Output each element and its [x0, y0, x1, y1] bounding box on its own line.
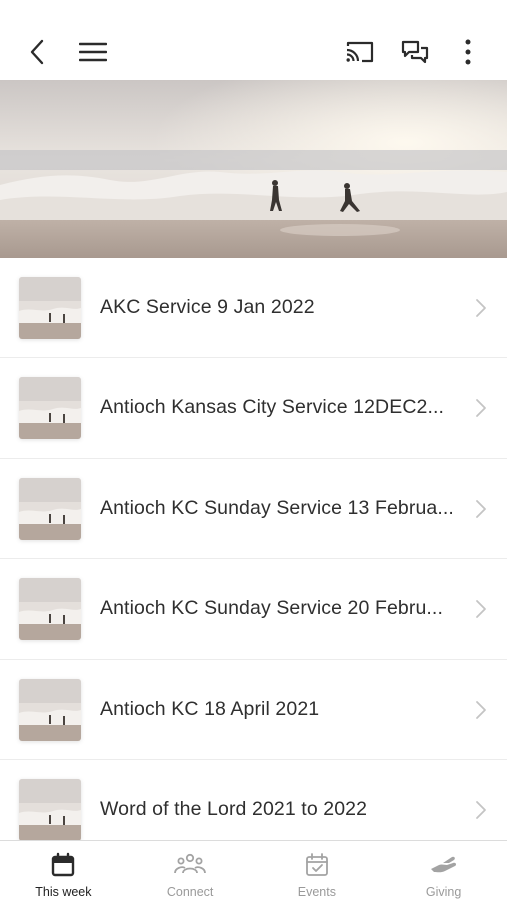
- status-bar: [0, 0, 507, 24]
- menu-button[interactable]: [73, 32, 113, 72]
- tab-label: Connect: [166, 885, 214, 899]
- item-title: AKC Service 9 Jan 2022: [100, 296, 315, 318]
- hero-banner-image: [0, 80, 507, 258]
- chevron-right-icon: [475, 800, 487, 825]
- calendar-icon: [47, 851, 79, 879]
- chevron-right-icon: [475, 298, 487, 323]
- chevron-right-icon: [475, 599, 487, 624]
- list-item[interactable]: Antioch KC 18 April 2021: [0, 659, 507, 760]
- item-thumbnail: [19, 578, 81, 641]
- item-thumbnail: [19, 778, 81, 840]
- cast-icon: [346, 41, 374, 63]
- hamburger-menu-icon: [79, 42, 107, 62]
- sermon-list: AKC Service 9 Jan 2022 Antioch Kansas Ci…: [0, 258, 507, 840]
- list-item[interactable]: Antioch Kansas City Service 12DEC2...: [0, 358, 507, 459]
- calendar-check-icon: [301, 851, 333, 879]
- tab-giving[interactable]: Giving: [380, 841, 507, 900]
- chevron-right-icon: [475, 700, 487, 725]
- item-thumbnail: [19, 277, 81, 339]
- bottom-tab-bar: This week Connect Events Giving: [0, 840, 507, 900]
- item-title: Antioch KC 18 April 2021: [100, 697, 320, 720]
- list-item[interactable]: Antioch KC Sunday Service 13 Februa...: [0, 458, 507, 560]
- list-item[interactable]: Antioch KC Sunday Service 20 Febru...: [0, 559, 507, 660]
- list-item[interactable]: AKC Service 9 Jan 2022: [0, 258, 507, 359]
- chat-button[interactable]: [395, 32, 435, 72]
- chat-bubbles-icon: [401, 40, 429, 64]
- giving-hand-icon: [428, 851, 460, 879]
- item-thumbnail: [19, 477, 81, 540]
- more-vertical-icon: [465, 39, 471, 65]
- tab-connect[interactable]: Connect: [127, 841, 254, 900]
- list-item[interactable]: Word of the Lord 2021 to 2022: [0, 759, 507, 840]
- item-thumbnail: [19, 377, 81, 440]
- item-title: Antioch KC Sunday Service 20 Febru...: [100, 597, 443, 620]
- item-thumbnail: [19, 678, 81, 741]
- tab-events[interactable]: Events: [254, 841, 381, 900]
- item-title: Word of the Lord 2021 to 2022: [100, 797, 368, 820]
- tab-label: Events: [297, 885, 336, 899]
- item-title: Antioch Kansas City Service 12DEC2...: [100, 396, 445, 419]
- item-title: Antioch KC Sunday Service 13 Februa...: [100, 496, 454, 519]
- cast-button[interactable]: [340, 32, 380, 72]
- tab-label: This week: [35, 885, 92, 899]
- tab-label: Giving: [425, 885, 462, 899]
- chevron-right-icon: [475, 398, 487, 423]
- people-icon: [174, 851, 207, 879]
- chevron-left-icon: [30, 39, 44, 65]
- tab-this-week[interactable]: This week: [0, 841, 127, 900]
- toolbar: [0, 24, 507, 80]
- more-options-button[interactable]: [448, 32, 488, 72]
- back-button[interactable]: [18, 32, 58, 72]
- chevron-right-icon: [475, 499, 487, 524]
